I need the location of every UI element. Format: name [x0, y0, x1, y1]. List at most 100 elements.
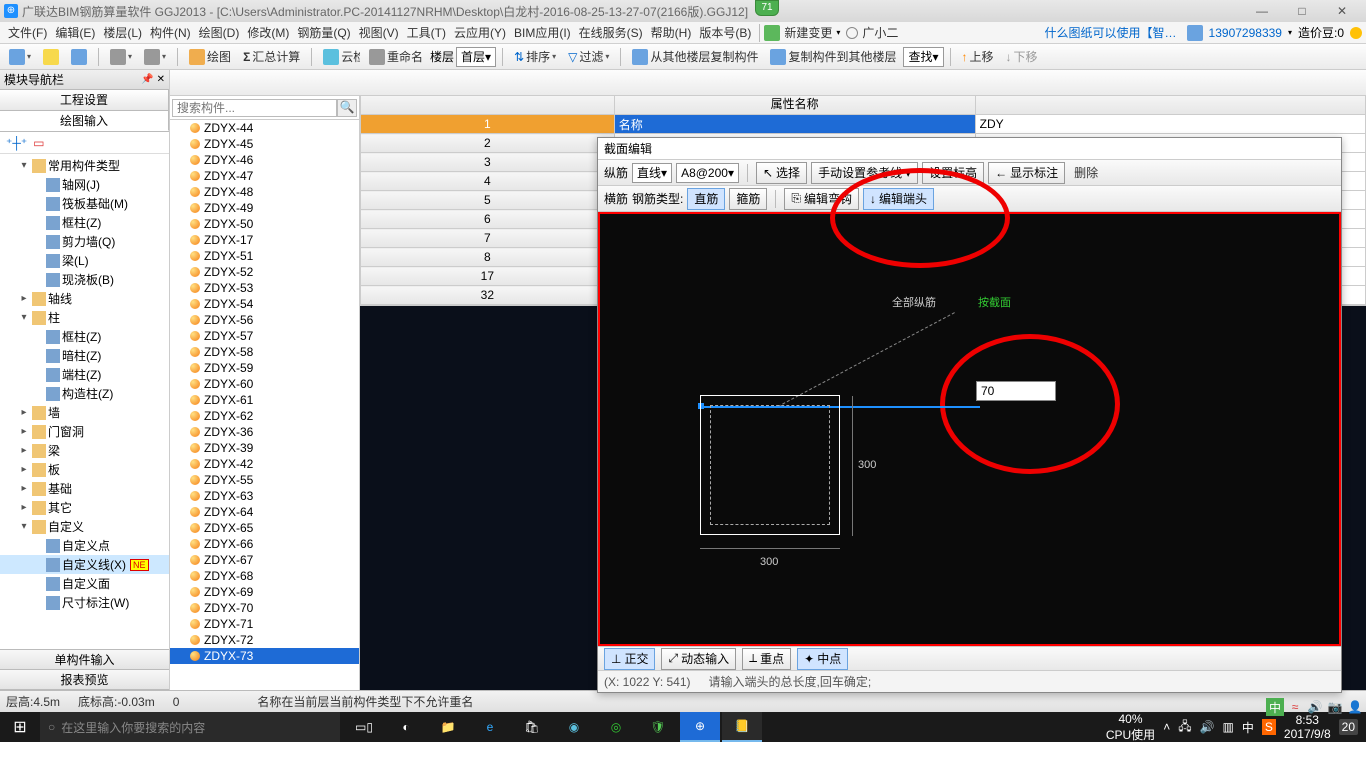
sum-button[interactable]: Σ 汇总计算: [238, 45, 305, 68]
set-mark-button[interactable]: 设置标高: [922, 162, 984, 184]
manual-ref-button[interactable]: 手动设置参考线 ▾: [811, 162, 918, 184]
tray-speaker2-icon[interactable]: 🔊: [1306, 698, 1324, 716]
tray-chevron-icon[interactable]: ˄: [1163, 720, 1170, 734]
list-item[interactable]: ZDYX-52: [170, 264, 359, 280]
tree-node[interactable]: 筏板基础(M): [0, 194, 169, 213]
tree-node[interactable]: ▸轴线: [0, 289, 169, 308]
list-item[interactable]: ZDYX-47: [170, 168, 359, 184]
tree-node[interactable]: ▸墙: [0, 403, 169, 422]
tree-node[interactable]: 暗柱(Z): [0, 346, 169, 365]
list-item[interactable]: ZDYX-48: [170, 184, 359, 200]
tree-node[interactable]: ▾常用构件类型: [0, 156, 169, 175]
open-button[interactable]: [38, 46, 64, 68]
list-item[interactable]: ZDYX-51: [170, 248, 359, 264]
app-security[interactable]: 🛡: [638, 712, 678, 742]
menu-cloud[interactable]: 云应用(Y): [450, 24, 510, 41]
pin-icon[interactable]: 📌 ✕: [141, 74, 165, 85]
list-item[interactable]: ZDYX-63: [170, 488, 359, 504]
tray-person-icon[interactable]: 👤: [1346, 698, 1364, 716]
edit-hook-button[interactable]: ⎘ 编辑弯钩: [784, 188, 859, 210]
delete-rebar-button[interactable]: 删除: [1069, 161, 1103, 184]
tree-node[interactable]: ▸基础: [0, 479, 169, 498]
list-item[interactable]: ZDYX-62: [170, 408, 359, 424]
tray-speaker-icon[interactable]: 🔊: [1200, 720, 1215, 734]
guangxiao-button[interactable]: 广小二: [858, 24, 902, 41]
tree-node[interactable]: 端柱(Z): [0, 365, 169, 384]
find-select[interactable]: 查找 ▾: [903, 47, 943, 67]
nav-icon-2[interactable]: ▭: [33, 136, 44, 150]
taskbar-search[interactable]: ○ 在这里输入你要搜索的内容: [40, 712, 340, 742]
move-down-button[interactable]: ↓下移: [1001, 45, 1043, 68]
dyn-input-toggle[interactable]: ⤢ 动态输入: [661, 648, 736, 670]
minimize-button[interactable]: ―: [1242, 0, 1282, 22]
app-browser[interactable]: ◉: [554, 712, 594, 742]
menu-file[interactable]: 文件(F): [4, 24, 51, 41]
app-note[interactable]: 📒: [722, 712, 762, 742]
menu-rebar[interactable]: 钢筋量(Q): [293, 24, 354, 41]
tree-node[interactable]: 框柱(Z): [0, 327, 169, 346]
tree-node[interactable]: ▾柱: [0, 308, 169, 327]
tree-node[interactable]: 自定义面: [0, 574, 169, 593]
list-item[interactable]: ZDYX-64: [170, 504, 359, 520]
rebar-spec-select[interactable]: A8@200 ▾: [676, 163, 739, 183]
component-tree[interactable]: ▾常用构件类型轴网(J)筏板基础(M)框柱(Z)剪力墙(Q)梁(L)现浇板(B)…: [0, 154, 169, 649]
list-item[interactable]: ZDYX-55: [170, 472, 359, 488]
cpu-meter[interactable]: 40%CPU使用: [1106, 712, 1155, 743]
menu-view[interactable]: 视图(V): [355, 24, 403, 41]
tree-node[interactable]: 剪力墙(Q): [0, 232, 169, 251]
tree-node[interactable]: 轴网(J): [0, 175, 169, 194]
tree-node[interactable]: ▸其它: [0, 498, 169, 517]
move-up-button[interactable]: ↑上移: [957, 45, 999, 68]
component-search-input[interactable]: [172, 99, 337, 117]
tray-sogou-icon[interactable]: S: [1262, 719, 1276, 735]
edit-end-button[interactable]: ↓ 编辑端头: [863, 188, 934, 210]
tray-ime-label[interactable]: 中: [1242, 719, 1254, 736]
tray-wave-icon[interactable]: ≈: [1286, 698, 1304, 716]
notification-center[interactable]: 20: [1339, 719, 1358, 735]
menu-edit[interactable]: 编辑(E): [51, 24, 99, 41]
list-item[interactable]: ZDYX-39: [170, 440, 359, 456]
tray-camera-icon[interactable]: 📷: [1326, 698, 1344, 716]
tab-draw-input[interactable]: 绘图输入: [0, 111, 169, 131]
menu-version[interactable]: 版本号(B): [695, 24, 755, 41]
menu-help[interactable]: 帮助(H): [647, 24, 696, 41]
rename-button[interactable]: 重命名: [364, 45, 428, 68]
list-item[interactable]: ZDYX-54: [170, 296, 359, 312]
menu-draw[interactable]: 绘图(D): [195, 24, 244, 41]
start-button[interactable]: ⊞: [0, 712, 40, 742]
list-item[interactable]: ZDYX-42: [170, 456, 359, 472]
undo-button[interactable]: ▾: [105, 46, 137, 68]
tree-node[interactable]: ▸门窗洞: [0, 422, 169, 441]
app-edge[interactable]: e: [470, 712, 510, 742]
list-item[interactable]: ZDYX-57: [170, 328, 359, 344]
update-badge[interactable]: 71: [755, 0, 779, 16]
endpoint-snap[interactable]: ⟂ 重点: [742, 648, 791, 670]
taskview-icon[interactable]: ▭▯: [344, 712, 384, 742]
list-item[interactable]: ZDYX-71: [170, 616, 359, 632]
property-row[interactable]: 1名称ZDY: [361, 115, 1366, 134]
ortho-toggle[interactable]: ⊥ 正交: [604, 648, 655, 670]
tab-report-preview[interactable]: 报表预览: [0, 670, 169, 690]
app-ggj[interactable]: ⊕: [680, 712, 720, 742]
tab-single-input[interactable]: 单构件输入: [0, 650, 169, 670]
new-change-button[interactable]: 新建变更: [780, 24, 836, 41]
list-item[interactable]: ZDYX-53: [170, 280, 359, 296]
user-id[interactable]: 13907298339: [1209, 26, 1282, 40]
midpoint-snap[interactable]: ✦ 中点: [797, 648, 848, 670]
sort-button[interactable]: ⇅排序▾: [509, 45, 561, 68]
list-item[interactable]: ZDYX-73: [170, 648, 359, 664]
app-store[interactable]: 🛍: [512, 712, 552, 742]
show-mark-button[interactable]: ← 显示标注: [988, 162, 1065, 184]
line-type-select[interactable]: 直线 ▾: [632, 163, 672, 183]
list-item[interactable]: ZDYX-45: [170, 136, 359, 152]
ime-badge[interactable]: 中: [1266, 698, 1284, 716]
menu-component[interactable]: 构件(N): [146, 24, 195, 41]
list-item[interactable]: ZDYX-58: [170, 344, 359, 360]
maximize-button[interactable]: □: [1282, 0, 1322, 22]
list-item[interactable]: ZDYX-44: [170, 120, 359, 136]
list-item[interactable]: ZDYX-65: [170, 520, 359, 536]
list-item[interactable]: ZDYX-46: [170, 152, 359, 168]
menu-bim[interactable]: BIM应用(I): [510, 24, 575, 41]
filter-button[interactable]: ▽过滤▾: [563, 45, 614, 68]
tree-node[interactable]: 现浇板(B): [0, 270, 169, 289]
